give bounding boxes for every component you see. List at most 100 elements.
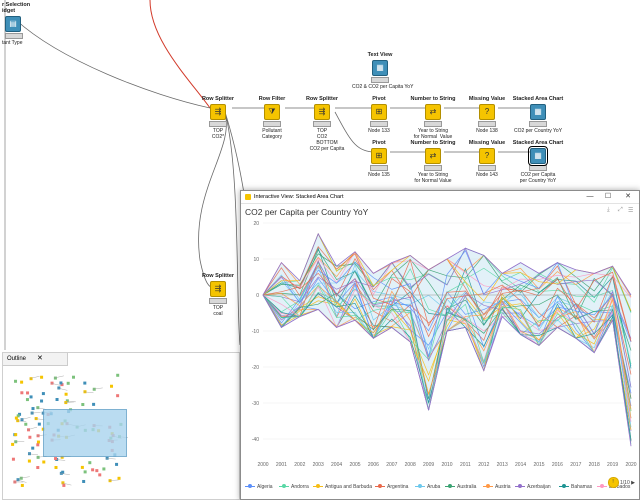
splitter-node-icon[interactable]: ⇶ [210, 104, 226, 120]
minimap-node [59, 381, 63, 385]
node-text-view[interactable]: Text View ▦ CO2 & CO2 per Capita YoY [352, 52, 413, 90]
legend-swatch-icon [445, 483, 455, 488]
missing-node-icon[interactable]: ? [479, 148, 495, 164]
node-missing-1[interactable]: Missing Value? Node 138 [459, 96, 515, 134]
minimap-node [102, 467, 106, 471]
minimap-node [83, 470, 87, 474]
node-pivot-2[interactable]: Pivot ⊞ Node 135 [351, 140, 407, 178]
view-icon: ▦ [376, 63, 384, 72]
legend-swatch-icon [483, 483, 493, 488]
legend-item[interactable]: Bahamas [559, 483, 592, 490]
outline-panel: Outline ✕ [2, 352, 240, 500]
minimap-node [71, 375, 75, 379]
outline-minimap[interactable] [7, 369, 235, 495]
missing-node-icon[interactable]: ? [479, 104, 495, 120]
legend-item[interactable]: Andorra [279, 483, 309, 490]
legend-swatch-icon [313, 483, 323, 488]
node-sac-1[interactable]: Stacked Area Chart ▦ CO2 per Country YoY [510, 96, 566, 134]
next-page-icon[interactable]: ▶ [631, 480, 635, 486]
node-title: Stacked Area Chart [512, 96, 564, 102]
node-caption: CO2 per Country YoY [513, 128, 563, 134]
node-title: Missing Value [468, 96, 506, 102]
minimap-node [40, 375, 44, 379]
interactive-view-window: Interactive View: Stacked Area Chart — ☐… [240, 190, 640, 500]
node-status [529, 121, 547, 127]
x-tick-label: 2009 [423, 462, 434, 468]
minimap-node [28, 435, 32, 439]
stacked-area-chart[interactable]: 20100-10-20-30-402000 2001 2002 2003 2004 200… [241, 215, 639, 477]
x-tick-label: 2008 [405, 462, 416, 468]
connection [15, 19, 211, 109]
fullscreen-icon[interactable]: ⤢ [618, 207, 623, 214]
window-titlebar[interactable]: Interactive View: Stacked Area Chart — ☐… [241, 191, 639, 204]
num2str-node-icon[interactable]: ⇄ [425, 148, 441, 164]
minimap-node [95, 469, 99, 473]
missing-icon: ? [484, 107, 490, 116]
minimap-node [115, 462, 119, 466]
legend-label: Andorra [291, 484, 309, 490]
minimap-node [36, 443, 40, 447]
node-status [313, 121, 331, 127]
node-title: Pivot [372, 96, 386, 102]
node-pivot-1[interactable]: Pivot ⊞ Node 133 [351, 96, 407, 134]
view-icon: ▦ [534, 107, 542, 116]
info-icon[interactable]: ! [607, 477, 619, 488]
node-status [424, 121, 442, 127]
node-num2str-2[interactable]: Number to String ⇄ Year to String for Norm… [405, 140, 461, 184]
minimap-node [110, 384, 114, 388]
node-status [371, 77, 389, 83]
outline-tab[interactable]: Outline ✕ [3, 353, 68, 366]
node-row-splitter-1[interactable]: Row Splitter ⇶ TOP CO2* [190, 96, 246, 140]
num2str-node-icon[interactable]: ⇄ [425, 104, 441, 120]
legend-item[interactable]: Aruba [415, 483, 441, 490]
node-caption: TOP CO2 [316, 128, 328, 140]
minimap-node [36, 466, 40, 470]
legend-item[interactable]: Argentina [375, 483, 408, 490]
pivot-node-icon[interactable]: ⊞ [371, 104, 387, 120]
node-row-splitter-3[interactable]: Row Splitter ⇶ TOP coal [190, 273, 246, 317]
close-icon[interactable]: ✕ [37, 353, 43, 365]
node-missing-2[interactable]: Missing Value? Node 143 [459, 140, 515, 178]
node-title: idget [2, 8, 16, 14]
minimap-node [31, 407, 35, 411]
minimap-node [88, 461, 92, 465]
splitter-node-icon[interactable]: ⇶ [314, 104, 330, 120]
minimap-node [20, 483, 24, 487]
minimap-viewport[interactable] [43, 409, 127, 457]
node-num2str-1[interactable]: Number to String ⇄ Year to String for Norm… [405, 96, 461, 140]
splitter-node-icon[interactable]: ⇶ [210, 281, 226, 297]
pivot-node-icon[interactable]: ⊞ [371, 148, 387, 164]
minimap-node [42, 460, 46, 464]
node-selection-widget[interactable]: r Selection idget ▤ tant Type [2, 2, 42, 46]
maximize-button[interactable]: ☐ [601, 191, 615, 203]
node-status [370, 165, 388, 171]
filter-node-icon[interactable]: ⧩ [264, 104, 280, 120]
pager-label: 1/10 [620, 479, 630, 486]
x-tick-label: 2010 [441, 462, 452, 468]
minimap-node [31, 446, 35, 450]
node-status [529, 165, 547, 171]
minimize-button[interactable]: — [583, 191, 597, 203]
widget-icon: ▤ [9, 19, 17, 28]
node-sac-2[interactable]: Stacked Area Chart ▦ CO2 per Capita per Co… [510, 140, 566, 184]
close-button[interactable]: ✕ [621, 191, 635, 203]
y-tick-label: 20 [253, 221, 259, 227]
view-node-icon[interactable]: ▦ [530, 104, 546, 120]
x-tick-label: 2015 [533, 462, 544, 468]
widget-node-icon[interactable]: ▤ [5, 16, 21, 32]
legend-item[interactable]: Australia [445, 483, 477, 490]
legend-item[interactable]: Antigua and Barbuda [313, 483, 372, 490]
legend-label: Aruba [427, 484, 441, 490]
view-node-icon[interactable]: ▦ [372, 60, 388, 76]
legend-item[interactable]: Austria [483, 483, 511, 490]
download-icon[interactable]: ⤓ [607, 207, 610, 214]
settings-icon[interactable]: ☰ [628, 207, 633, 214]
legend-item[interactable]: Algeria [245, 483, 273, 490]
legend-label: Australia [457, 484, 477, 490]
node-row-splitter-2[interactable]: Row Splitter ⇶ TOP CO2 [294, 96, 350, 140]
node-status [370, 121, 388, 127]
legend-item[interactable]: Azerbaijan [515, 483, 551, 490]
node-title: Missing Value [468, 140, 506, 146]
view-node-icon[interactable]: ▦ [528, 146, 548, 166]
node-row-filter[interactable]: Row Filter ⧩ Pollutant Category [244, 96, 300, 140]
